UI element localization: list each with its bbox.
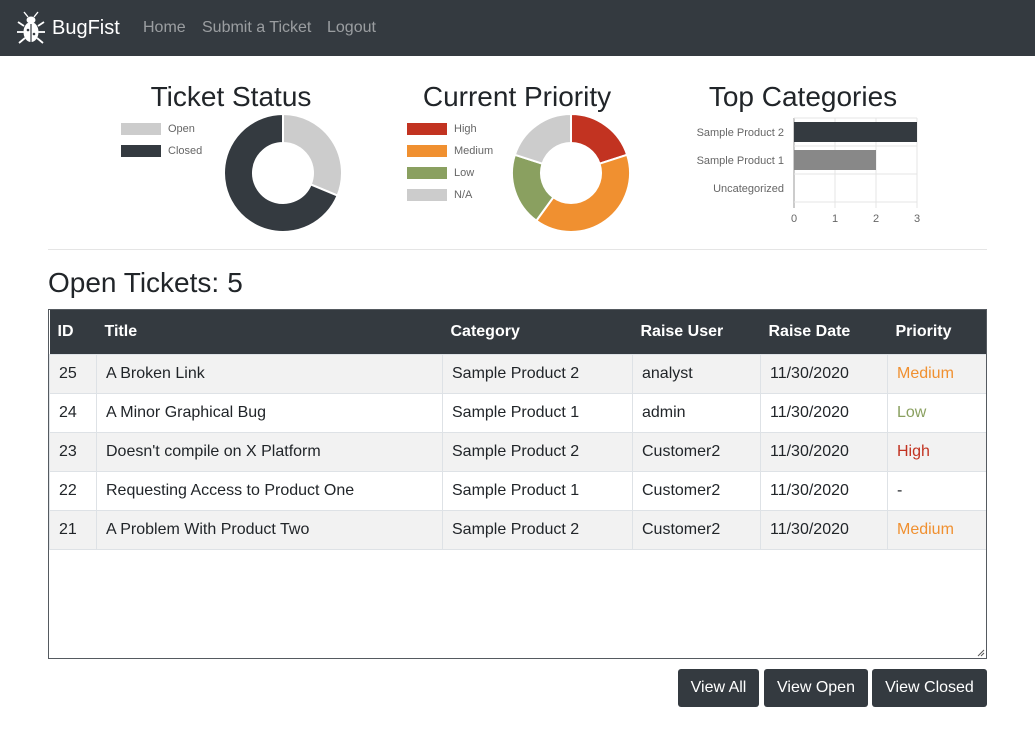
cell-raise-date: 11/30/2020	[760, 392, 888, 433]
tickets-table: ID Title Category Raise User Raise Date …	[49, 310, 987, 550]
table-row[interactable]: 24 A Minor Graphical Bug Sample Product …	[49, 392, 986, 433]
legend-swatch	[121, 123, 161, 135]
view-open-button[interactable]: View Open	[764, 669, 868, 707]
column-header-raise-date[interactable]: Raise Date	[761, 310, 888, 354]
column-header-priority[interactable]: Priority	[888, 310, 987, 354]
legend-item-open[interactable]: Open	[121, 123, 195, 135]
cell-raise-date: 11/30/2020	[760, 431, 888, 472]
cell-raise-date: 11/30/2020	[760, 470, 888, 511]
legend-label: High	[454, 123, 477, 135]
cell-category: Sample Product 1	[442, 392, 633, 433]
legend-swatch	[407, 167, 447, 179]
legend-swatch	[407, 189, 447, 201]
legend-label: Open	[168, 123, 195, 135]
x-tick-label: 1	[832, 213, 838, 225]
legend-item-low[interactable]: Low	[407, 167, 474, 179]
legend-label: Low	[454, 167, 475, 179]
legend-swatch	[121, 145, 161, 157]
brand-link[interactable]: BugFist	[16, 11, 120, 45]
cell-category: Sample Product 2	[442, 353, 633, 394]
column-header-raise-user[interactable]: Raise User	[633, 310, 761, 354]
cell-title[interactable]: Requesting Access to Product One	[96, 470, 443, 511]
table-row[interactable]: 22 Requesting Access to Product One Samp…	[49, 470, 986, 511]
priority-slice-n-a[interactable]	[513, 112, 572, 165]
table-row[interactable]: 25 A Broken Link Sample Product 2 analys…	[49, 353, 986, 394]
bar-sample-product-2[interactable]	[794, 122, 917, 142]
nav-link-submit-ticket[interactable]: Submit a Ticket	[202, 18, 311, 38]
bug-icon	[17, 11, 45, 44]
cell-priority: -	[887, 470, 986, 511]
cell-id: 25	[49, 353, 97, 394]
x-tick-label: 0	[791, 213, 797, 225]
column-header-title[interactable]: Title	[97, 310, 443, 354]
cell-raise-user: Customer2	[632, 470, 761, 511]
status-slice-open[interactable]	[282, 112, 343, 197]
y-category-label: Uncategorized	[713, 183, 784, 195]
ticket-status-donut-chart	[223, 112, 343, 233]
open-tickets-count: 5	[227, 267, 243, 298]
legend-swatch	[407, 123, 447, 135]
table-header-row: ID Title Category Raise User Raise Date …	[49, 310, 987, 354]
x-tick-label: 2	[873, 213, 879, 225]
cell-id: 24	[49, 392, 97, 433]
cell-priority: Medium	[887, 353, 986, 394]
y-category-label: Sample Product 1	[697, 155, 784, 167]
current-priority-donut-chart	[511, 112, 631, 233]
cell-raise-user: Customer2	[632, 509, 761, 550]
view-closed-button[interactable]: View Closed	[872, 669, 987, 707]
cell-raise-user: admin	[632, 392, 761, 433]
cell-raise-user: analyst	[632, 353, 761, 394]
cell-priority: Low	[887, 392, 986, 433]
section-divider	[48, 249, 987, 250]
ticket-status-title: Ticket Status	[150, 81, 312, 112]
nav-link-home[interactable]: Home	[143, 18, 186, 38]
bar-sample-product-1[interactable]	[794, 150, 876, 170]
cell-category: Sample Product 2	[442, 509, 633, 550]
navbar: BugFist Home Submit a Ticket Logout	[0, 0, 1035, 56]
cell-title[interactable]: Doesn't compile on X Platform	[96, 431, 443, 472]
legend-item-medium[interactable]: Medium	[407, 145, 493, 157]
view-all-button[interactable]: View All	[678, 669, 759, 707]
current-priority-title: Current Priority	[422, 81, 612, 112]
resize-handle-icon[interactable]	[977, 649, 985, 657]
top-categories-bar-chart: 0 1 2 3 Sample Product 2 Sample Product 1 Unca…	[697, 117, 920, 225]
cell-title[interactable]: A Broken Link	[96, 353, 443, 394]
table-row[interactable]: 21 A Problem With Product Two Sample Pro…	[49, 509, 986, 550]
priority-slice-medium[interactable]	[534, 153, 631, 233]
cell-raise-date: 11/30/2020	[760, 353, 888, 394]
top-categories-title: Top Categories	[708, 81, 898, 112]
nav-link-logout[interactable]: Logout	[327, 18, 376, 38]
legend-label: Medium	[454, 145, 494, 157]
brand-name: BugFist	[52, 17, 120, 39]
legend-item-na[interactable]: N/A	[407, 189, 472, 201]
legend-item-closed[interactable]: Closed	[121, 145, 202, 157]
cell-priority: Medium	[887, 509, 986, 550]
cell-id: 21	[49, 509, 97, 550]
y-category-label: Sample Product 2	[697, 127, 784, 139]
cell-title[interactable]: A Problem With Product Two	[96, 509, 443, 550]
column-header-category[interactable]: Category	[443, 310, 633, 354]
x-tick-label: 3	[914, 213, 920, 225]
tickets-table-container[interactable]: ID Title Category Raise User Raise Date …	[48, 309, 987, 659]
table-row[interactable]: 23 Doesn't compile on X Platform Sample …	[49, 431, 986, 472]
cell-priority: High	[887, 431, 986, 472]
cell-title[interactable]: A Minor Graphical Bug	[96, 392, 443, 433]
cell-raise-user: Customer2	[632, 431, 761, 472]
column-header-id[interactable]: ID	[50, 310, 97, 354]
legend-swatch	[407, 145, 447, 157]
cell-category: Sample Product 2	[442, 431, 633, 472]
cell-id: 23	[49, 431, 97, 472]
open-tickets-heading: Open Tickets: 5	[48, 266, 243, 300]
priority-slice-high[interactable]	[570, 112, 629, 165]
legend-item-high[interactable]: High	[407, 123, 477, 135]
open-tickets-label: Open Tickets:	[48, 267, 220, 298]
cell-id: 22	[49, 470, 97, 511]
cell-raise-date: 11/30/2020	[760, 509, 888, 550]
cell-category: Sample Product 1	[442, 470, 633, 511]
legend-label: N/A	[454, 189, 473, 201]
legend-label: Closed	[168, 145, 203, 157]
